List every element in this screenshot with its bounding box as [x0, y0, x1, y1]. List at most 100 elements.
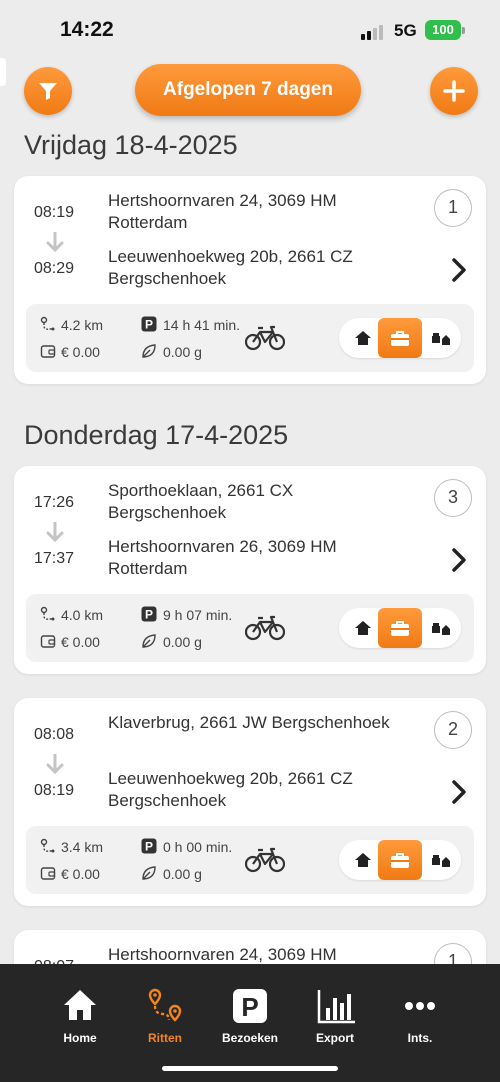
commute-icon [432, 855, 450, 867]
type-commute-option[interactable] [421, 840, 461, 880]
to-address: Leeuwenhoekweg 20b, 2661 CZ Bergschenhoe… [108, 247, 353, 288]
nav-bezoeken[interactable]: P Bezoeken [210, 984, 290, 1054]
status-time: 14:22 [60, 18, 114, 41]
end-time: 17:37 [33, 550, 75, 567]
bottom-nav: Home Ritten P Bezoeken Export Ints. [0, 964, 500, 1082]
distance-value: 4.2 km [61, 317, 104, 333]
trip-card[interactable]: 08:19 08:29 Hertshoornvaren 24, 3069 HM … [14, 176, 486, 384]
network-label: 5G [394, 21, 417, 40]
period-selector-button[interactable]: Afgelopen 7 dagen [135, 64, 361, 116]
briefcase-icon [391, 621, 409, 636]
nav-home-label: Home [63, 1031, 97, 1045]
start-time: 08:08 [33, 726, 75, 743]
type-commute-option[interactable] [421, 318, 461, 358]
arrow-down-icon [46, 754, 64, 775]
trip-card[interactable]: 17:26 17:37 Sporthoeklaan, 2661 CX Bergs… [14, 466, 486, 674]
chevron-right-icon[interactable] [450, 547, 468, 573]
leaf-icon [142, 634, 156, 648]
from-address: Hertshoornvaren 24, 3069 HM Rotterdam [108, 191, 337, 232]
type-business-option[interactable] [378, 608, 422, 648]
battery-icon: 100 [425, 20, 465, 40]
parking-duration: 9 h 07 min. [163, 607, 233, 623]
leaf-icon [142, 344, 156, 358]
wallet-icon [40, 345, 56, 358]
nav-ints-label: Ints. [407, 1031, 433, 1045]
home-indicator [162, 1066, 338, 1071]
edge-handle [0, 58, 6, 86]
route-icon [148, 988, 182, 1022]
home-icon [64, 990, 96, 1020]
trip-type-toggle[interactable] [339, 608, 461, 648]
trip-info-panel: 3.4 km € 0.00 P 0 h 00 min. 0.00 g [26, 826, 474, 894]
parking-icon: P [233, 989, 267, 1023]
trip-number-badge: 1 [434, 189, 472, 227]
home-icon [355, 853, 371, 867]
trip-info-panel: 4.0 km € 0.00 P 9 h 07 min. 0.00 g [26, 594, 474, 662]
svg-text:P: P [241, 992, 258, 1022]
start-time: 08:19 [33, 204, 75, 221]
parking-duration: 0 h 00 min. [163, 839, 233, 855]
parking-icon: P [141, 838, 157, 854]
type-private-option[interactable] [343, 840, 383, 880]
nav-ritten-label: Ritten [148, 1031, 182, 1045]
distance-icon [40, 838, 55, 853]
distance-value: 3.4 km [61, 839, 104, 855]
co2-value: 0.00 g [163, 866, 202, 882]
day-header: Donderdag 17-4-2025 [24, 420, 289, 450]
type-private-option[interactable] [343, 608, 383, 648]
commute-icon [432, 623, 450, 635]
from-address: Sporthoeklaan, 2661 CX Bergschenhoek [108, 481, 294, 522]
distance-icon [40, 316, 55, 331]
signal-icon [361, 24, 385, 40]
nav-instellingen[interactable]: Ints. [380, 984, 460, 1054]
filter-button[interactable] [24, 67, 72, 115]
plus-icon [443, 80, 465, 102]
home-icon [355, 331, 371, 345]
bicycle-icon[interactable] [245, 614, 285, 642]
briefcase-icon [391, 853, 409, 868]
nav-bezoeken-label: Bezoeken [221, 1031, 279, 1045]
trip-number-badge: 3 [434, 479, 472, 517]
add-trip-button[interactable] [430, 67, 478, 115]
svg-text:P: P [145, 318, 153, 332]
chevron-right-icon[interactable] [450, 779, 468, 805]
end-time: 08:29 [33, 260, 75, 277]
arrow-down-icon [46, 522, 64, 543]
more-dots-icon [405, 1002, 435, 1010]
svg-text:P: P [145, 840, 153, 854]
bar-chart-icon [317, 990, 355, 1024]
end-time: 08:19 [33, 782, 75, 799]
cost-value: € 0.00 [61, 344, 100, 360]
nav-export-label: Export [315, 1031, 354, 1045]
distance-value: 4.0 km [61, 607, 104, 623]
nav-home[interactable]: Home [40, 984, 120, 1054]
type-commute-option[interactable] [421, 608, 461, 648]
type-business-option[interactable] [378, 318, 422, 358]
parking-icon: P [141, 316, 157, 332]
trip-info-panel: 4.2 km € 0.00 P 14 h 41 min. 0.00 g [26, 304, 474, 372]
trip-card[interactable]: 08:08 08:19 Klaverbrug, 2661 JW Bergsche… [14, 698, 486, 906]
co2-value: 0.00 g [163, 634, 202, 650]
from-address: Hertshoornvaren 24, 3069 HM [108, 945, 337, 964]
co2-value: 0.00 g [163, 344, 202, 360]
svg-text:P: P [145, 608, 153, 622]
trip-type-toggle[interactable] [339, 840, 461, 880]
type-business-option[interactable] [378, 840, 422, 880]
parking-duration: 14 h 41 min. [163, 317, 241, 333]
to-address: Hertshoornvaren 26, 3069 HM Rotterdam [108, 537, 337, 578]
bicycle-icon[interactable] [245, 324, 285, 352]
parking-icon: P [141, 606, 157, 622]
start-time: 17:26 [33, 494, 75, 511]
bicycle-icon[interactable] [245, 846, 285, 874]
chevron-right-icon[interactable] [450, 257, 468, 283]
type-private-option[interactable] [343, 318, 383, 358]
nav-ritten[interactable]: Ritten [125, 984, 205, 1054]
trip-number-badge: 2 [434, 711, 472, 749]
trip-type-toggle[interactable] [339, 318, 461, 358]
commute-icon [432, 333, 450, 345]
nav-export[interactable]: Export [295, 984, 375, 1054]
filter-icon [39, 83, 57, 100]
wallet-icon [40, 867, 56, 880]
cost-value: € 0.00 [61, 634, 100, 650]
day-header: Vrijdag 18-4-2025 [24, 130, 238, 160]
